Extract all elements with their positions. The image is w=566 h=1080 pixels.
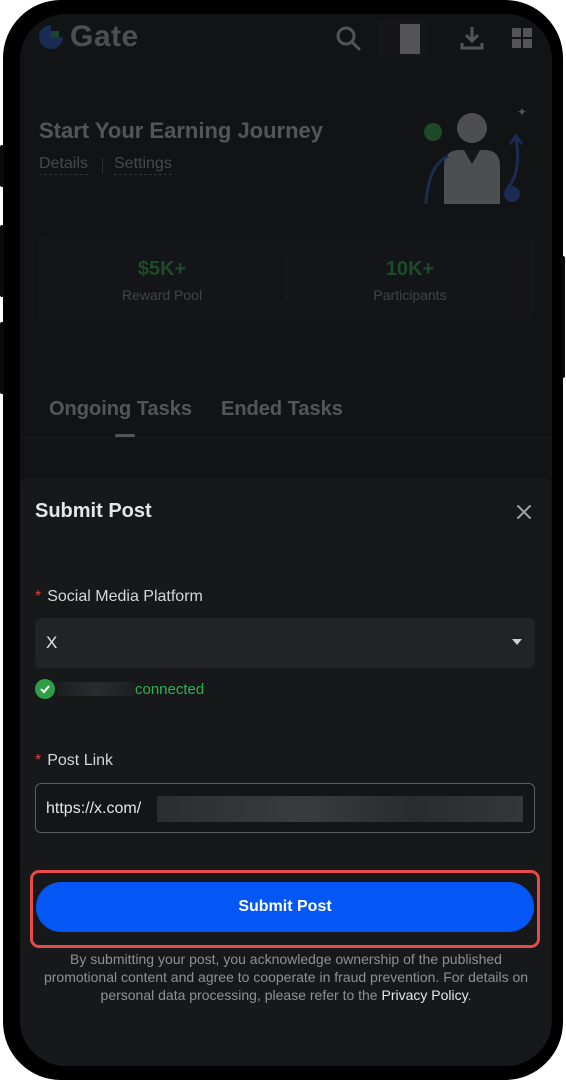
hero-title: Start Your Earning Journey [39, 118, 324, 143]
modal-title: Submit Post [35, 500, 152, 522]
svg-text:✦: ✦ [517, 105, 527, 119]
redacted-username [57, 682, 135, 696]
post-link-input[interactable]: https://x.com/ [35, 783, 535, 833]
phone-screen: Gate Start Your Earning Journey Details … [20, 14, 552, 1066]
post-link-field-label: * Post Link [35, 752, 113, 770]
tab-ended-tasks[interactable]: Ended Tasks [221, 398, 343, 421]
stat-value: $5K+ [137, 258, 187, 280]
required-marker: * [35, 752, 42, 769]
connected-text: connected [135, 680, 205, 698]
download-icon[interactable] [458, 24, 486, 52]
mute-switch [0, 145, 4, 187]
disclaimer-text: By submitting your post, you acknowledge… [34, 950, 538, 1004]
submit-post-button[interactable]: Submit Post [36, 882, 534, 932]
stat-label: Participants [373, 287, 447, 303]
task-tabs: Ongoing Tasks Ended Tasks [20, 394, 552, 438]
brand-name: Gate [70, 20, 139, 53]
platform-select[interactable]: X [35, 618, 535, 668]
details-link[interactable]: Details [39, 155, 88, 175]
top-bar: Gate [20, 14, 552, 60]
phone-frame: Gate Start Your Earning Journey Details … [0, 0, 565, 1080]
platform-field-label: * Social Media Platform [35, 588, 203, 606]
search-icon[interactable] [334, 24, 362, 52]
reward-pool-stat: $5K+ Reward Pool [38, 258, 286, 303]
hero-illustration: ✦ [424, 105, 527, 204]
stats-card: $5K+ Reward Pool 10K+ Participants [38, 236, 534, 322]
grid-icon[interactable] [508, 24, 536, 52]
submit-post-modal: Submit Post * Social Media Platform X con… [20, 478, 551, 1066]
volume-down-button [0, 322, 4, 394]
chevron-down-icon [512, 639, 522, 645]
privacy-policy-link[interactable]: Privacy Policy [381, 987, 467, 1003]
gate-logo[interactable]: Gate [34, 20, 139, 54]
post-link-value: https://x.com/ [46, 800, 142, 817]
check-icon [35, 679, 55, 699]
close-icon[interactable] [512, 500, 536, 524]
power-button [561, 256, 565, 378]
participants-stat: 10K+ Participants [286, 258, 534, 303]
avatar[interactable] [378, 20, 426, 56]
redacted-link-path [157, 796, 523, 822]
gate-logo-icon [39, 25, 63, 49]
settings-link[interactable]: Settings [114, 155, 172, 175]
required-marker: * [35, 588, 42, 605]
platform-label-text: Social Media Platform [47, 588, 203, 605]
platform-select-value: X [46, 633, 58, 652]
volume-up-button [0, 225, 4, 297]
stat-value: 10K+ [385, 258, 435, 280]
disclaimer-end: . [467, 987, 472, 1003]
stat-label: Reward Pool [121, 287, 203, 303]
divider [102, 158, 103, 174]
tab-ongoing-tasks[interactable]: Ongoing Tasks [49, 398, 192, 421]
connection-status: connected [35, 678, 204, 700]
active-tab-indicator [115, 434, 135, 437]
post-link-label-text: Post Link [47, 752, 114, 769]
